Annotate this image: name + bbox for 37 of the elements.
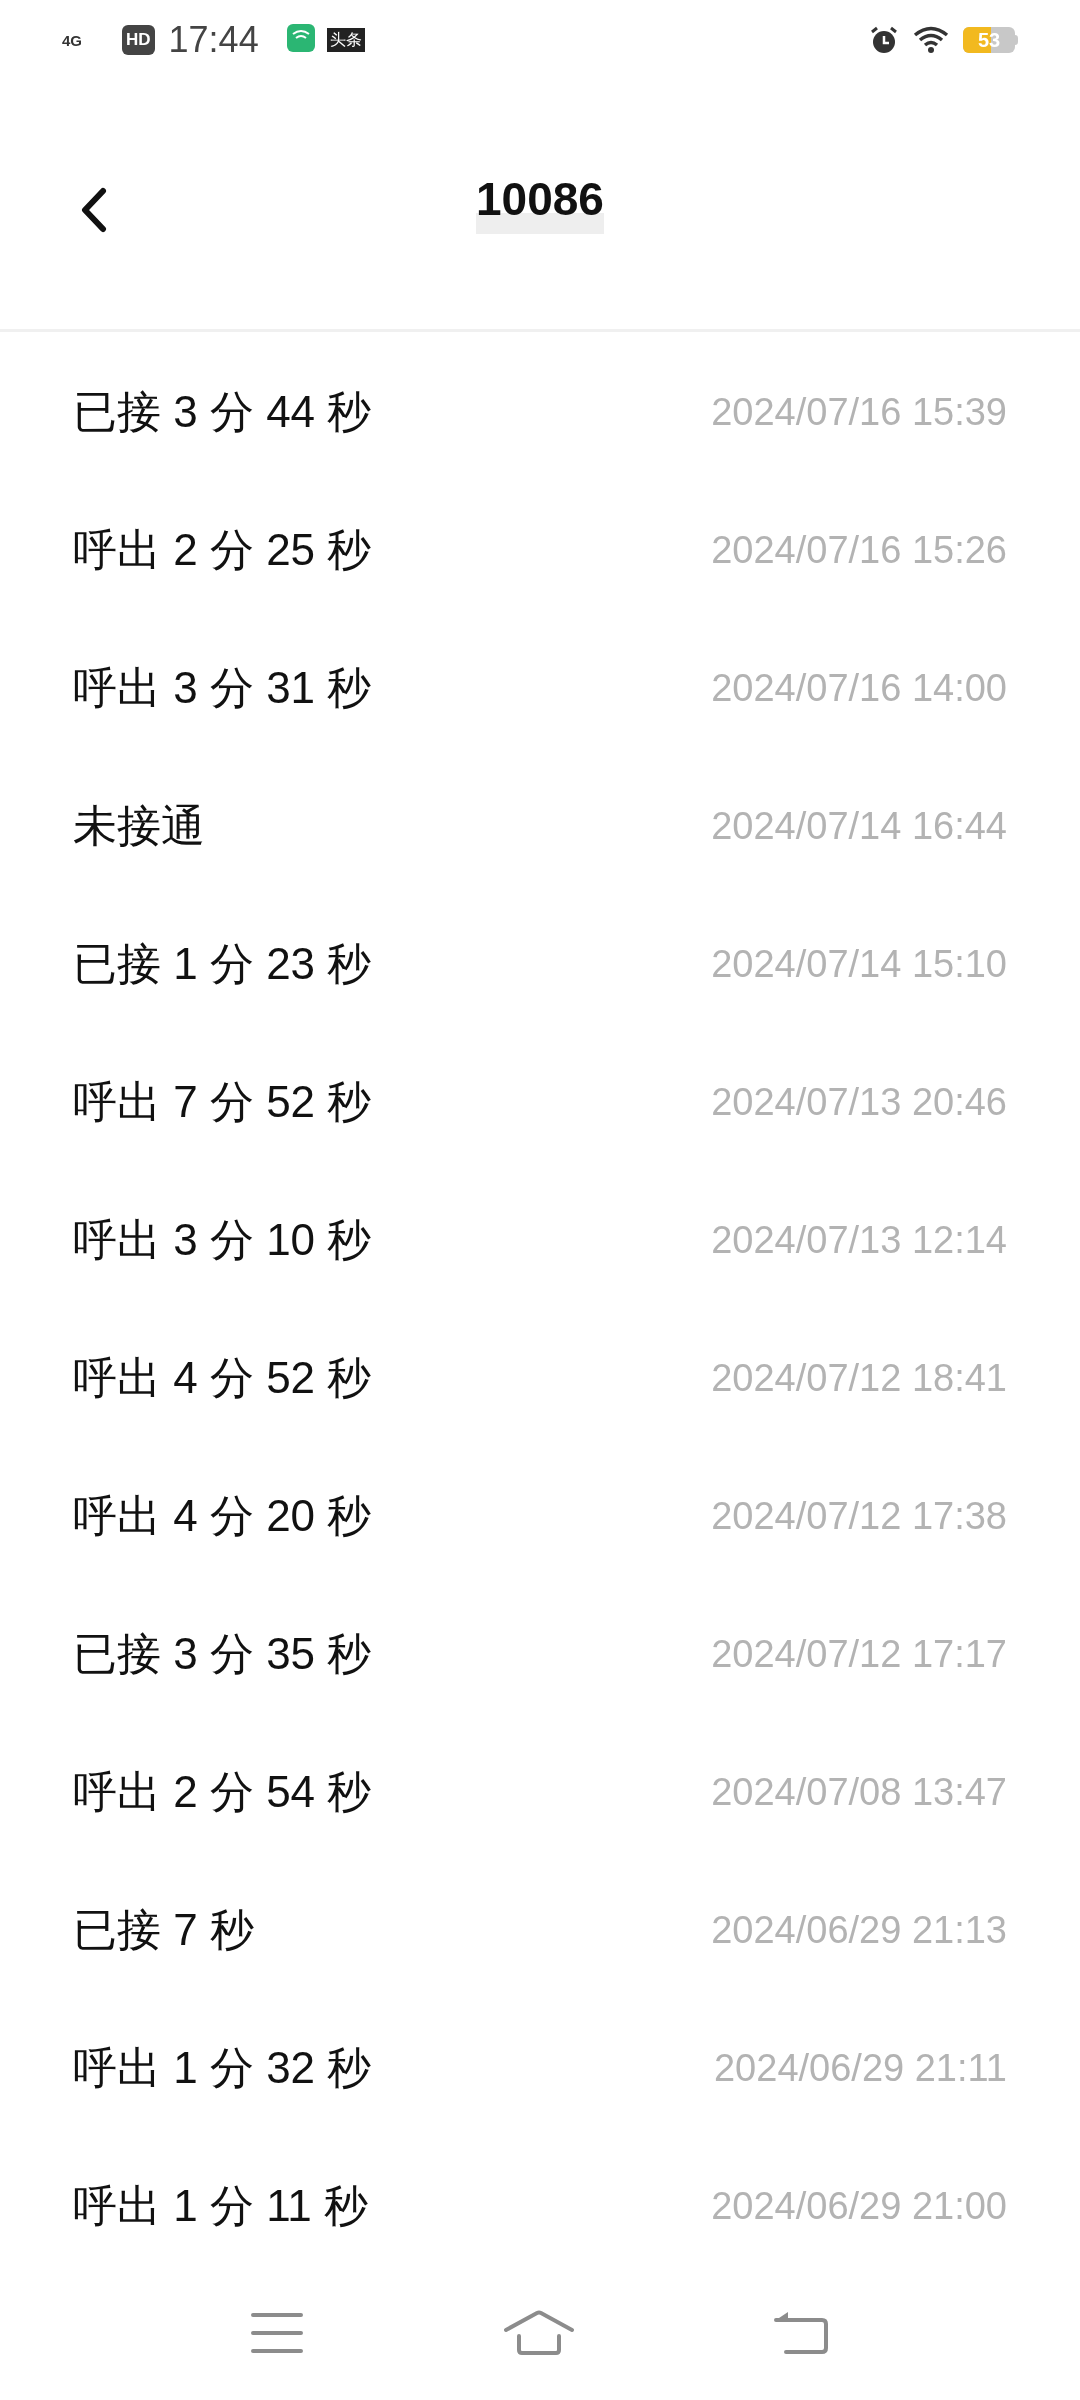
call-timestamp: 2024/06/29 21:13 bbox=[711, 1907, 1007, 1953]
wifi-icon bbox=[913, 26, 949, 54]
call-summary: 呼出 4 分 20 秒 bbox=[73, 1490, 372, 1542]
back-nav-icon[interactable] bbox=[774, 2309, 831, 2356]
call-summary: 呼出 2 分 54 秒 bbox=[73, 1766, 372, 1818]
call-summary: 未接通 bbox=[73, 800, 205, 852]
call-summary: 呼出 1 分 32 秒 bbox=[73, 2042, 372, 2094]
call-summary: 呼出 1 分 11 秒 bbox=[73, 2180, 369, 2232]
call-timestamp: 2024/07/12 18:41 bbox=[711, 1355, 1007, 1401]
call-summary: 已接 3 分 35 秒 bbox=[73, 1628, 372, 1680]
network-indicator: 4G bbox=[62, 32, 83, 48]
call-timestamp: 2024/07/16 14:00 bbox=[711, 665, 1007, 711]
alarm-icon bbox=[869, 25, 899, 55]
call-summary: 已接 1 分 23 秒 bbox=[73, 938, 372, 990]
call-timestamp: 2024/07/13 12:14 bbox=[711, 1217, 1007, 1263]
home-icon[interactable] bbox=[503, 2309, 575, 2356]
call-summary: 已接 7 秒 bbox=[73, 1904, 254, 1956]
call-timestamp: 2024/07/14 16:44 bbox=[711, 803, 1007, 849]
status-time: 17:44 bbox=[168, 18, 259, 62]
call-timestamp: 2024/07/08 13:47 bbox=[711, 1769, 1007, 1815]
call-timestamp: 2024/07/13 20:46 bbox=[711, 1079, 1007, 1125]
menu-icon[interactable] bbox=[249, 2311, 304, 2354]
call-timestamp: 2024/07/14 15:10 bbox=[711, 941, 1007, 987]
call-timestamp: 2024/07/16 15:39 bbox=[711, 389, 1007, 435]
call-timestamp: 2024/07/12 17:17 bbox=[711, 1631, 1007, 1677]
hd-badge: HD bbox=[122, 25, 155, 55]
call-timestamp: 2024/07/12 17:38 bbox=[711, 1493, 1007, 1539]
call-summary: 呼出 7 分 52 秒 bbox=[73, 1076, 372, 1128]
call-summary: 呼出 3 分 31 秒 bbox=[73, 662, 372, 714]
app-badge: 头条 bbox=[326, 28, 365, 52]
call-timestamp: 2024/06/29 21:11 bbox=[714, 2045, 1007, 2091]
call-summary: 呼出 2 分 25 秒 bbox=[73, 524, 372, 576]
call-summary: 已接 3 分 44 秒 bbox=[73, 386, 372, 438]
call-timestamp: 2024/07/16 15:26 bbox=[711, 527, 1007, 573]
call-timestamp: 2024/06/29 21:00 bbox=[711, 2183, 1007, 2229]
call-summary: 呼出 4 分 52 秒 bbox=[73, 1352, 372, 1404]
call-summary: 呼出 3 分 10 秒 bbox=[73, 1214, 372, 1266]
